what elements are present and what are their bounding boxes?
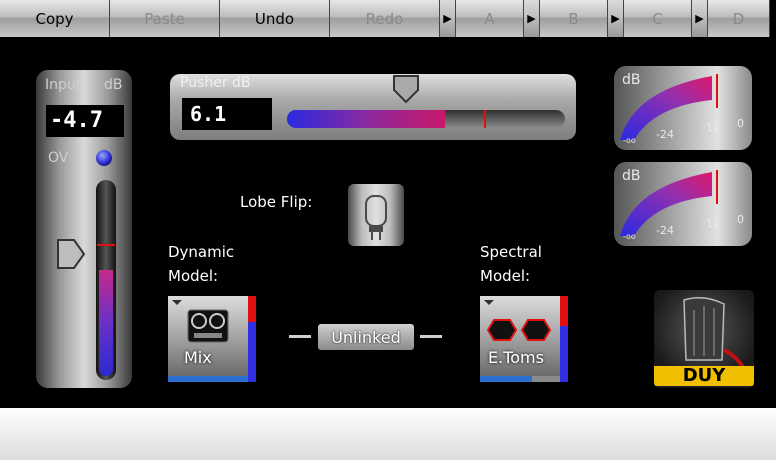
pusher-label: Pusher dB: [180, 75, 251, 91]
toolbar: Copy Paste Undo Redo ▶ A ▶ B ▶ C ▶ D: [0, 0, 776, 37]
meter-top-tick-neg12: -12: [702, 121, 720, 134]
slot-d-play-icon[interactable]: ▶: [692, 0, 708, 37]
meter-bottom-tick-neg12: -12: [702, 217, 720, 230]
duy-logo-text: DUY: [654, 366, 754, 386]
drum-heads-icon: [484, 300, 552, 341]
spectral-level-bar: [560, 296, 568, 382]
dynamic-bottom-bar: [168, 376, 248, 382]
redo-button[interactable]: Redo: [330, 0, 440, 37]
slot-c-button[interactable]: C: [624, 0, 692, 37]
fader-handle-icon: [57, 239, 86, 269]
dynamic-model-selector[interactable]: Mix: [168, 296, 248, 376]
spectral-label-line2: Model:: [480, 267, 531, 285]
pusher-value-display[interactable]: 6.1: [182, 98, 272, 130]
spectral-model-selector[interactable]: E.Toms: [480, 296, 560, 376]
spectral-label-line1: Spectral: [480, 243, 542, 261]
input-value-display[interactable]: -4.7: [46, 105, 124, 137]
meter-top-tick-inf: -oo: [623, 136, 636, 145]
input-fader-handle[interactable]: [56, 238, 86, 270]
bottom-status-bar: [0, 408, 776, 460]
meter-bottom-tick-0: 0: [737, 213, 744, 226]
slot-a-button[interactable]: A: [456, 0, 524, 37]
spectral-bottom-bar: [480, 376, 560, 382]
input-label: Input: [45, 77, 82, 93]
spectral-model-value: E.Toms: [488, 348, 544, 367]
slot-b-play-icon[interactable]: ▶: [524, 0, 540, 37]
input-unit-label: dB: [104, 77, 123, 93]
duy-logo: DUY: [654, 290, 754, 388]
copy-button[interactable]: Copy: [0, 0, 110, 37]
meter-top-tick-0: 0: [737, 117, 744, 130]
tube-icon: [365, 195, 387, 240]
lobe-flip-label: Lobe Flip:: [240, 193, 313, 211]
meter-top-unit: dB: [622, 72, 641, 88]
slot-b-button[interactable]: B: [540, 0, 608, 37]
dynamic-level-bar: [248, 296, 256, 382]
link-line-left: [289, 335, 311, 338]
meter-bottom-unit: dB: [622, 168, 641, 184]
unlinked-label: Unlinked: [331, 327, 401, 347]
slot-a-play-icon[interactable]: ▶: [440, 0, 456, 37]
meter-bottom-tick-inf: -oo: [623, 232, 636, 241]
slot-d-button[interactable]: D: [708, 0, 770, 37]
ov-led-icon: [96, 150, 112, 166]
lobe-flip-toggle[interactable]: [348, 184, 404, 246]
link-line-right: [420, 335, 442, 338]
slot-c-play-icon[interactable]: ▶: [608, 0, 624, 37]
unlinked-button[interactable]: Unlinked: [318, 324, 414, 350]
undo-button[interactable]: Undo: [220, 0, 330, 37]
input-peak-marker: [97, 244, 115, 246]
meter-bottom-tick-neg24: -24: [656, 224, 674, 237]
dynamic-model-value: Mix: [184, 348, 212, 367]
input-fader-fill: [99, 270, 113, 376]
meter-top-tick-neg24: -24: [656, 128, 674, 141]
pusher-peak-marker: [484, 110, 486, 128]
reel-machine-icon: [172, 300, 229, 343]
dynamic-label-line2: Model:: [168, 267, 219, 285]
ov-label: OV: [48, 150, 69, 166]
pusher-knob-icon[interactable]: [392, 74, 420, 108]
pusher-meter-track: [287, 110, 565, 128]
dynamic-label-line1: Dynamic: [168, 243, 235, 261]
paste-button[interactable]: Paste: [110, 0, 220, 37]
pusher-meter-fill: [287, 110, 445, 128]
